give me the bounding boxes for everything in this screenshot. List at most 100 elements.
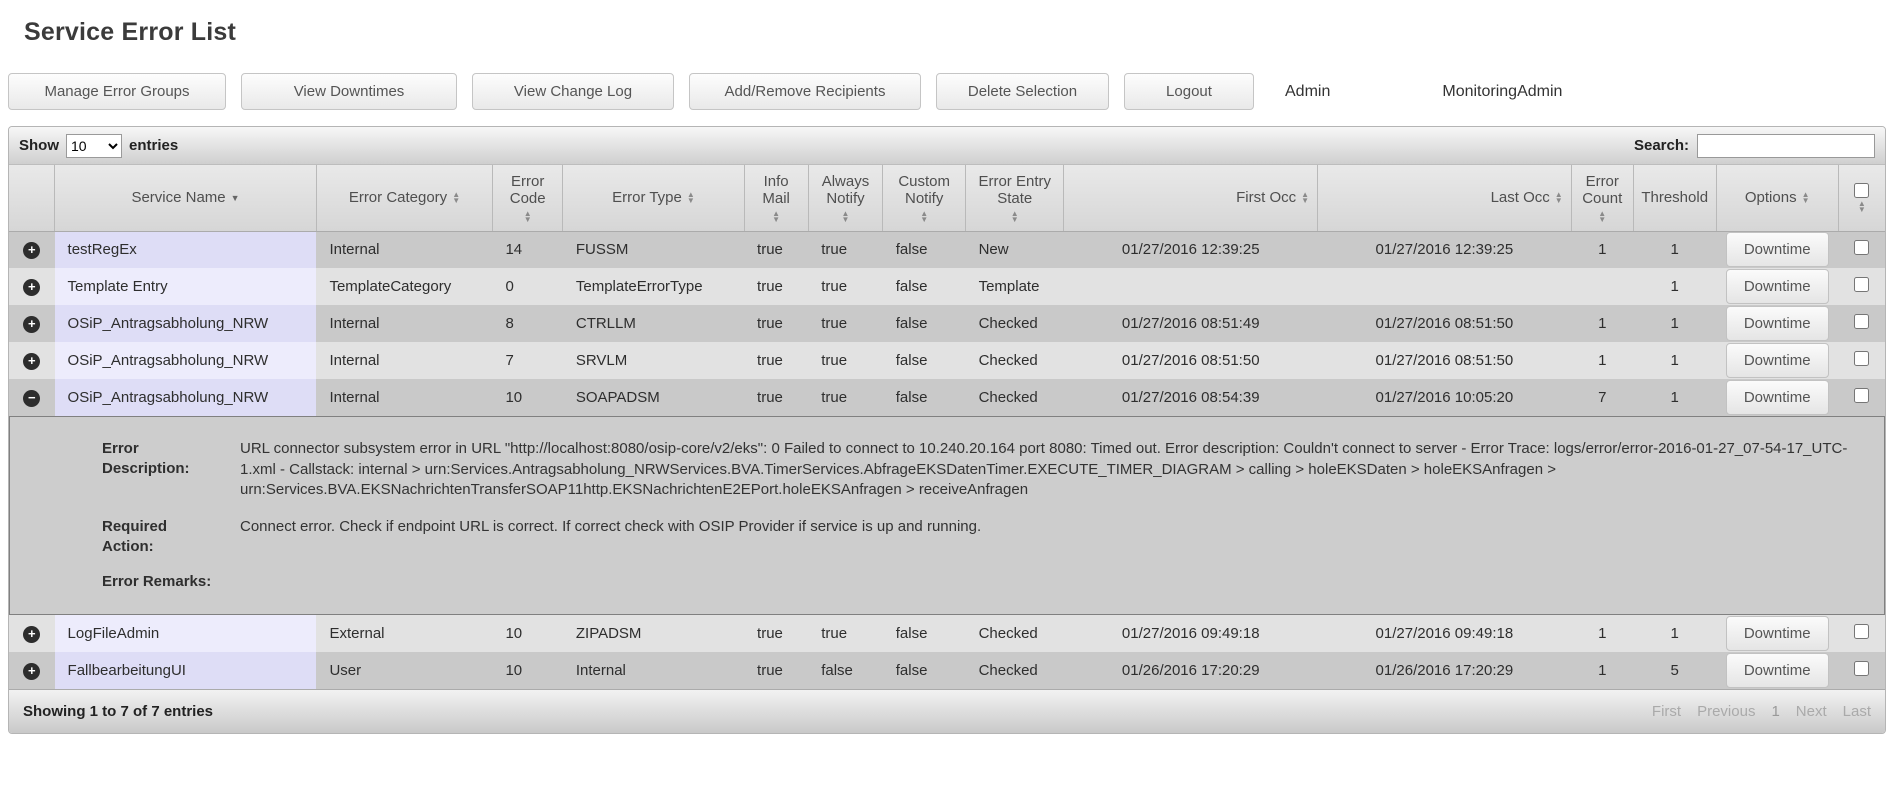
downtime-button[interactable]: Downtime bbox=[1725, 653, 1829, 689]
page-length-select[interactable]: 10 bbox=[66, 133, 122, 158]
toolbar-button-add-remove-recipients[interactable]: Add/Remove Recipients bbox=[689, 73, 921, 110]
cell-error-count: 1 bbox=[1571, 305, 1634, 342]
toolbar-button-delete-selection[interactable]: Delete Selection bbox=[936, 73, 1109, 110]
downtime-button[interactable]: Downtime bbox=[1725, 232, 1829, 268]
column-header-error-count[interactable]: Error Count ▲ ▼ bbox=[1571, 165, 1634, 232]
collapse-row-icon[interactable] bbox=[23, 389, 41, 407]
select-cell bbox=[1838, 615, 1885, 653]
options-cell: Downtime bbox=[1716, 342, 1839, 379]
cell-error-count bbox=[1571, 268, 1634, 305]
column-header-error-code[interactable]: Error Code ▲ ▼ bbox=[492, 165, 564, 232]
cell-error-entry-state: Checked bbox=[965, 379, 1064, 416]
sort-both-icon: ▲ ▼ bbox=[523, 208, 532, 224]
column-header-threshold[interactable]: Threshold bbox=[1633, 165, 1717, 232]
cell-service-name: testRegEx bbox=[54, 231, 317, 268]
column-label-options: Options bbox=[1744, 189, 1797, 207]
sort-both-icon: ▲ ▼ bbox=[1857, 198, 1866, 214]
cell-error-entry-state: Checked bbox=[965, 652, 1064, 690]
expand-row-icon[interactable] bbox=[23, 241, 41, 259]
downtime-button[interactable]: Downtime bbox=[1725, 616, 1829, 652]
column-header-always-notify[interactable]: Always Notify ▲ ▼ bbox=[808, 165, 884, 232]
toolbar-button-view-change-log[interactable]: View Change Log bbox=[472, 73, 674, 110]
cell-info-mail: true bbox=[744, 652, 809, 690]
expand-row-icon[interactable] bbox=[23, 662, 41, 680]
downtime-button[interactable]: Downtime bbox=[1725, 380, 1829, 415]
downtime-button[interactable]: Downtime bbox=[1725, 306, 1829, 341]
row-checkbox[interactable] bbox=[1854, 624, 1870, 640]
downtime-button[interactable]: Downtime bbox=[1725, 269, 1829, 304]
search-control: Search: bbox=[1634, 133, 1875, 158]
detail-field-value: Connect error. Check if endpoint URL is … bbox=[240, 518, 982, 536]
cell-error-code: 14 bbox=[492, 231, 563, 268]
column-header-options[interactable]: Options ▲ ▼ bbox=[1716, 165, 1839, 232]
column-header-error-entry-state[interactable]: Error Entry State ▲ ▼ bbox=[965, 165, 1065, 232]
pagination-previous[interactable]: Previous bbox=[1697, 703, 1755, 720]
cell-service-name: LogFileAdmin bbox=[54, 615, 317, 653]
cell-first-occ: 01/27/2016 08:51:49 bbox=[1063, 305, 1318, 342]
column-header-first-occ[interactable]: First Occ ▲ ▼ bbox=[1063, 165, 1319, 232]
cell-threshold: 1 bbox=[1633, 342, 1717, 379]
service-error-table: Service Name ▼ Error Category ▲ ▼ Error Code ▲… bbox=[9, 165, 1885, 690]
cell-first-occ bbox=[1063, 268, 1318, 305]
select-cell bbox=[1838, 268, 1885, 305]
table-row: OSiP_Antragsabholung_NRWInternal10SOAPAD… bbox=[9, 379, 1885, 416]
cell-error-entry-state: Checked bbox=[965, 342, 1064, 379]
row-checkbox[interactable] bbox=[1854, 388, 1870, 403]
cell-service-name: OSiP_Antragsabholung_NRW bbox=[54, 379, 317, 416]
detail-field-value bbox=[240, 572, 1854, 592]
cell-last-occ: 01/27/2016 08:51:50 bbox=[1317, 342, 1572, 379]
downtime-button[interactable]: Downtime bbox=[1725, 343, 1829, 378]
options-cell: Downtime bbox=[1716, 268, 1839, 305]
cell-custom-notify: false bbox=[882, 342, 966, 379]
pagination-first[interactable]: First bbox=[1652, 703, 1681, 720]
column-header-select[interactable]: ▲ ▼ bbox=[1838, 165, 1885, 232]
column-label-error-category: Error Category bbox=[348, 189, 448, 207]
row-checkbox[interactable] bbox=[1854, 314, 1870, 329]
row-checkbox[interactable] bbox=[1854, 240, 1870, 256]
expand-row-icon[interactable] bbox=[23, 278, 41, 296]
sort-both-icon: ▲ ▼ bbox=[1801, 189, 1810, 205]
cell-threshold: 1 bbox=[1633, 268, 1717, 305]
column-header-error-type[interactable]: Error Type ▲ ▼ bbox=[562, 165, 745, 232]
cell-error-entry-state: Checked bbox=[965, 615, 1064, 653]
cell-error-count: 1 bbox=[1571, 231, 1634, 268]
expand-cell bbox=[9, 652, 55, 690]
row-checkbox[interactable] bbox=[1854, 661, 1870, 677]
column-header-service-name[interactable]: Service Name ▼ bbox=[54, 165, 317, 232]
expand-row-icon[interactable] bbox=[23, 315, 41, 333]
select-cell bbox=[1838, 342, 1885, 379]
column-header-error-category[interactable]: Error Category ▲ ▼ bbox=[316, 165, 493, 232]
column-label-always-notify: Always Notify bbox=[821, 173, 870, 208]
cell-error-entry-state: New bbox=[965, 231, 1064, 268]
expand-row-icon[interactable] bbox=[23, 625, 41, 643]
pagination-last[interactable]: Last bbox=[1843, 703, 1871, 720]
cell-always-notify: true bbox=[808, 305, 883, 342]
detail-field: Required Action: Connect error. Check if … bbox=[102, 517, 1854, 556]
cell-info-mail: true bbox=[744, 342, 809, 379]
cell-error-category: Internal bbox=[316, 305, 493, 342]
column-label-error-count: Error Count bbox=[1582, 173, 1623, 208]
select-all-checkbox[interactable] bbox=[1854, 182, 1870, 198]
column-header-last-occ[interactable]: Last Occ ▲ ▼ bbox=[1317, 165, 1572, 232]
toolbar-button-logout[interactable]: Logout bbox=[1124, 73, 1254, 110]
select-cell bbox=[1838, 652, 1885, 690]
cell-error-count: 7 bbox=[1571, 379, 1634, 416]
row-checkbox[interactable] bbox=[1854, 351, 1870, 366]
column-header-custom-notify[interactable]: Custom Notify ▲ ▼ bbox=[882, 165, 967, 232]
options-cell: Downtime bbox=[1716, 231, 1839, 268]
select-cell bbox=[1838, 305, 1885, 342]
cell-always-notify: true bbox=[808, 231, 883, 268]
role-label: Admin bbox=[1285, 82, 1331, 100]
search-input[interactable] bbox=[1697, 133, 1875, 158]
pagination-next[interactable]: Next bbox=[1796, 703, 1827, 720]
sort-both-icon: ▲ ▼ bbox=[452, 189, 461, 205]
toolbar-button-manage-error-groups[interactable]: Manage Error Groups bbox=[8, 73, 226, 110]
service-error-list-page: Service Error List Manage Error Groups Vi… bbox=[0, 0, 1894, 754]
expand-row-icon[interactable] bbox=[23, 352, 41, 370]
toolbar-button-view-downtimes[interactable]: View Downtimes bbox=[241, 73, 457, 110]
column-header-info-mail[interactable]: Info Mail ▲ ▼ bbox=[744, 165, 809, 232]
cell-error-count: 1 bbox=[1571, 342, 1634, 379]
pagination-1[interactable]: 1 bbox=[1771, 703, 1779, 720]
cell-error-code: 10 bbox=[492, 379, 563, 416]
row-checkbox[interactable] bbox=[1854, 277, 1870, 292]
